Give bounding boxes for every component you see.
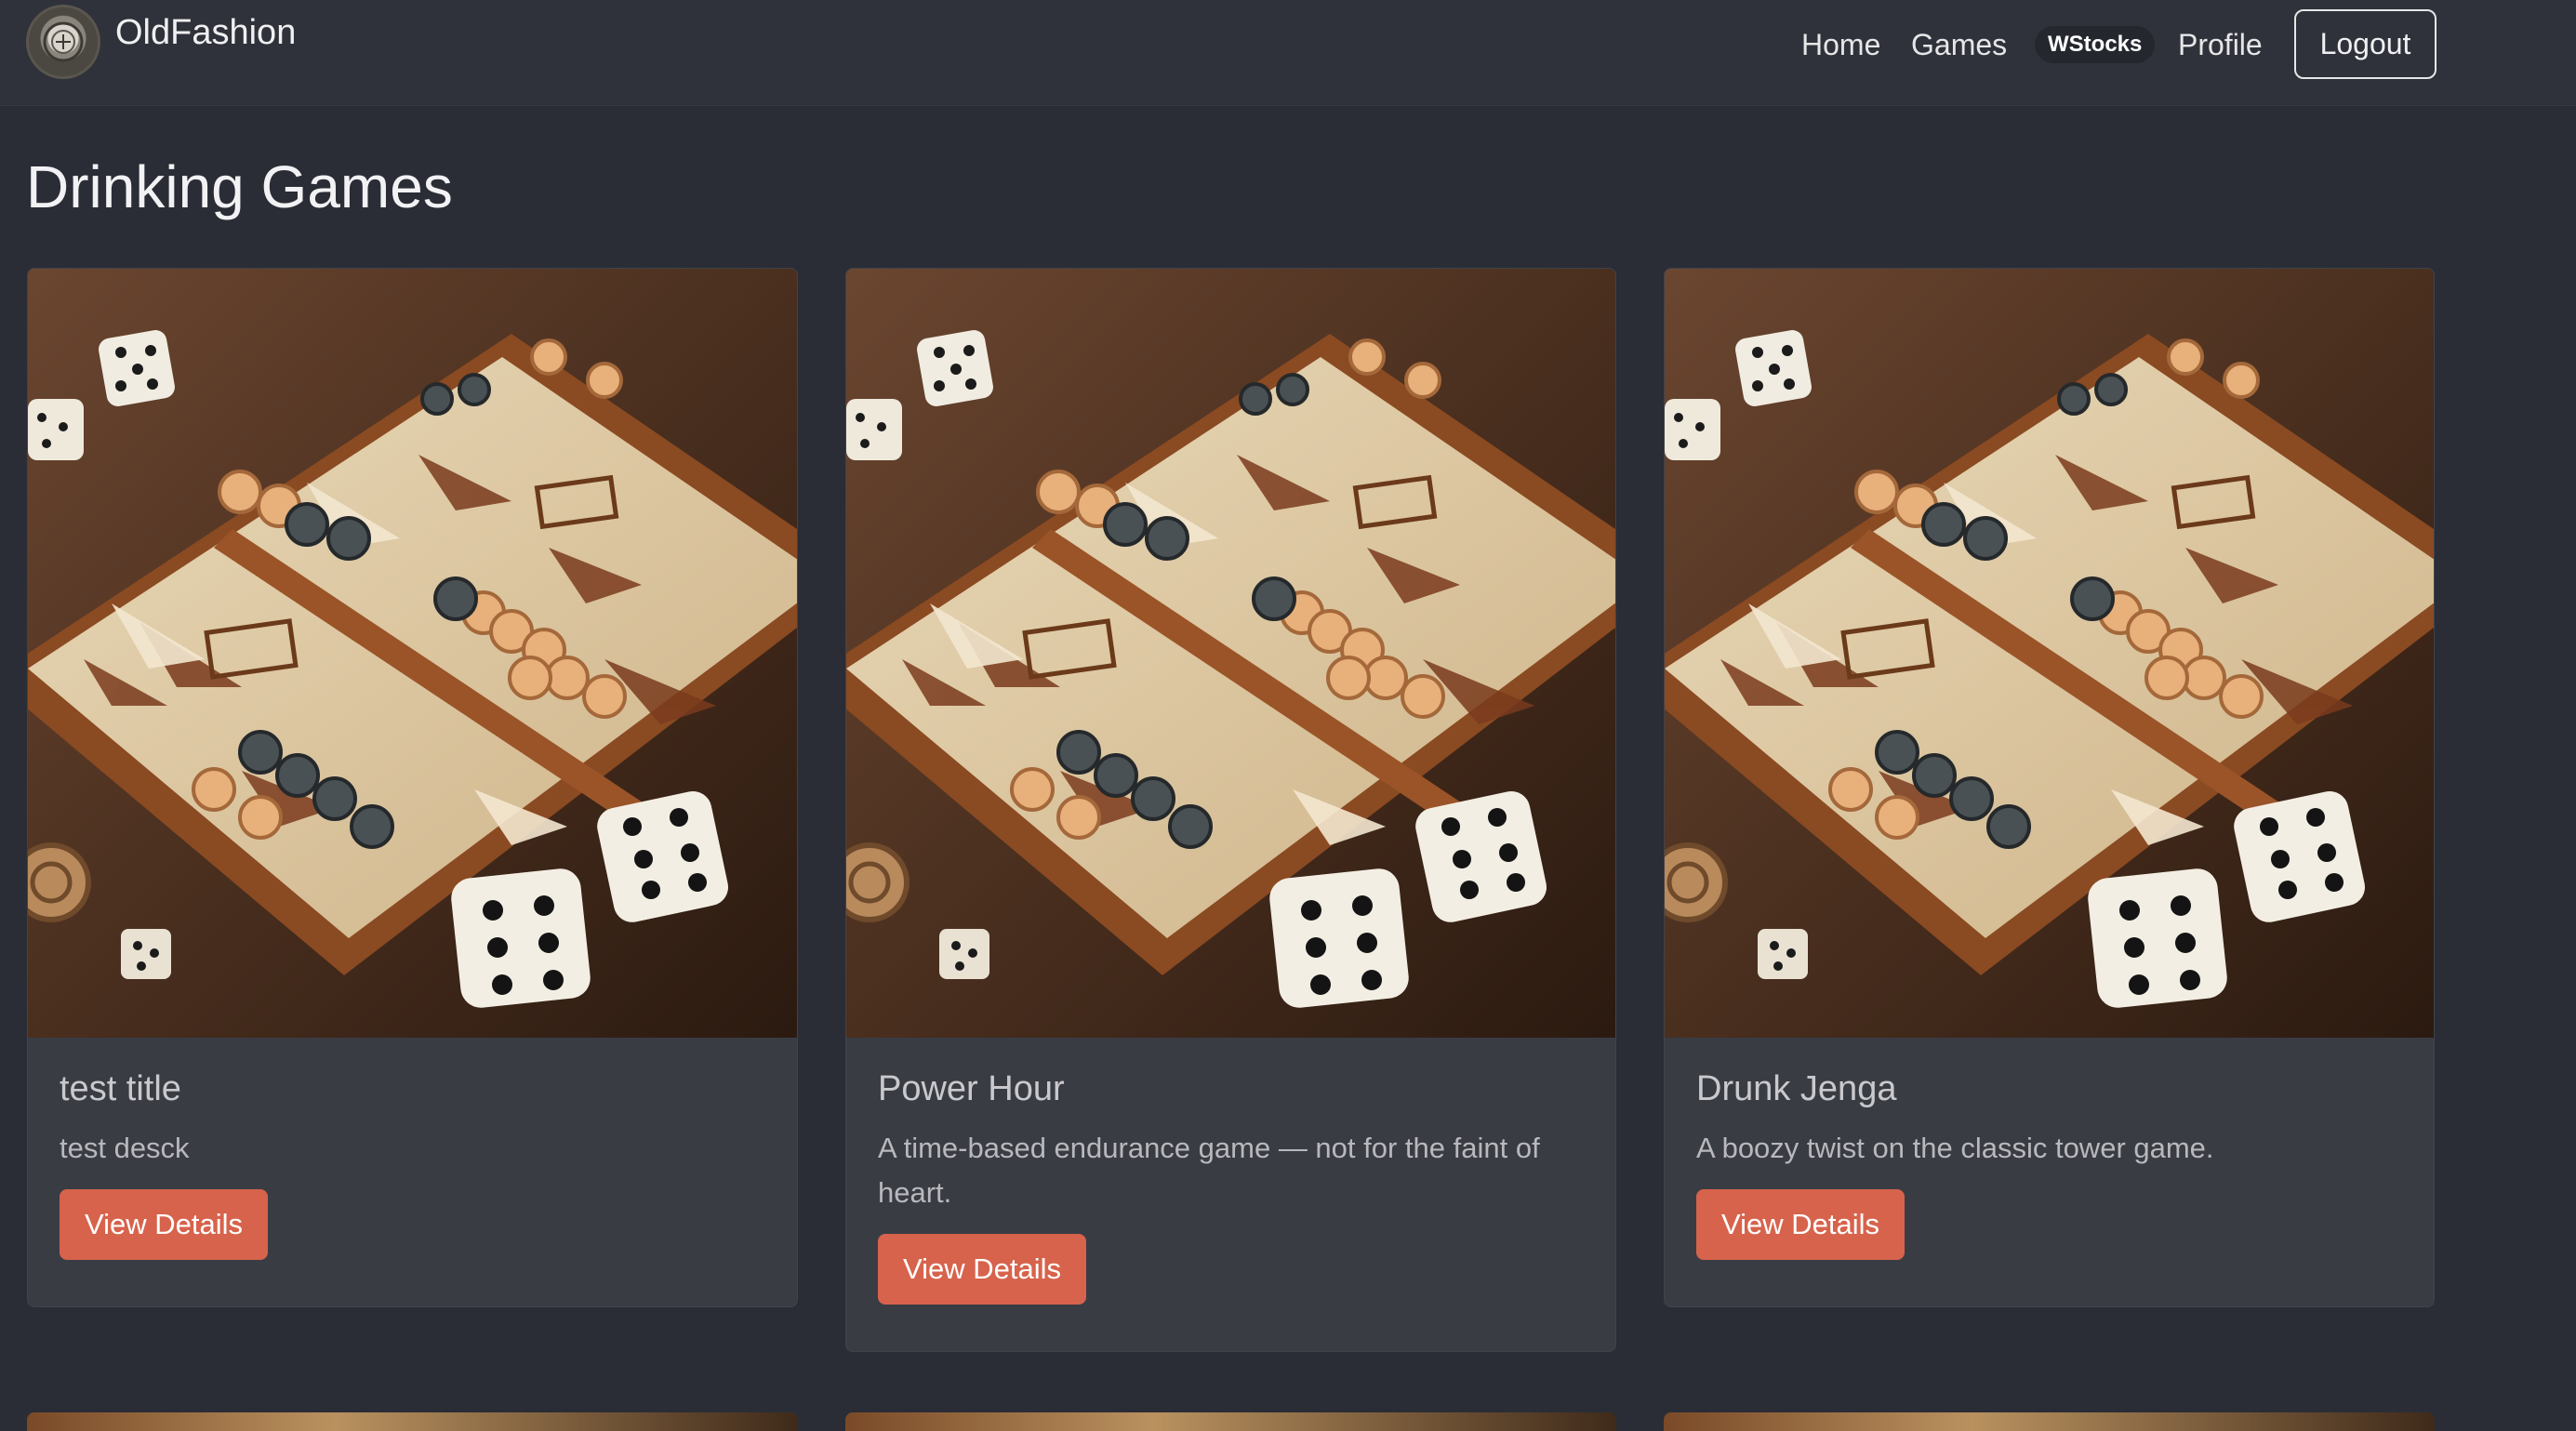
backgammon-board-image (28, 269, 797, 1038)
page-title: Drinking Games (26, 153, 453, 220)
nav-link-profile[interactable]: Profile (2178, 28, 2263, 62)
view-details-button[interactable]: View Details (60, 1189, 269, 1260)
navbar: OldFashion Home Games WStocks Profile Lo… (0, 0, 2576, 106)
game-card: test title test desck View Details (27, 268, 798, 1307)
next-row-card-edge (1664, 1412, 2435, 1431)
view-details-button[interactable]: View Details (1696, 1189, 1905, 1260)
next-row-card-edge (845, 1412, 1616, 1431)
card-title: Drunk Jenga (1696, 1069, 1897, 1108)
nav-link-home[interactable]: Home (1801, 28, 1880, 62)
card-title: test title (60, 1069, 181, 1108)
card-description: test desck (60, 1132, 190, 1164)
card-description: A time-based endurance game — not for th… (878, 1132, 1540, 1209)
wstocks-badge[interactable]: WStocks (2035, 26, 2156, 63)
game-card: Power Hour A time-based endurance game —… (845, 268, 1616, 1352)
logout-button[interactable]: Logout (2294, 9, 2437, 79)
card-title: Power Hour (878, 1069, 1065, 1108)
view-details-button[interactable]: View Details (878, 1234, 1087, 1305)
next-row-card-edge (27, 1412, 798, 1431)
card-description: A boozy twist on the classic tower game. (1696, 1132, 2214, 1164)
game-card: Drunk Jenga A boozy twist on the classic… (1664, 268, 2435, 1307)
badge-icon (43, 21, 84, 62)
backgammon-board-image (1665, 269, 2434, 1038)
brand-logo-icon[interactable] (26, 5, 100, 79)
backgammon-board-image (846, 269, 1615, 1038)
nav-link-games[interactable]: Games (1911, 28, 2007, 62)
brand-name[interactable]: OldFashion (115, 13, 296, 53)
